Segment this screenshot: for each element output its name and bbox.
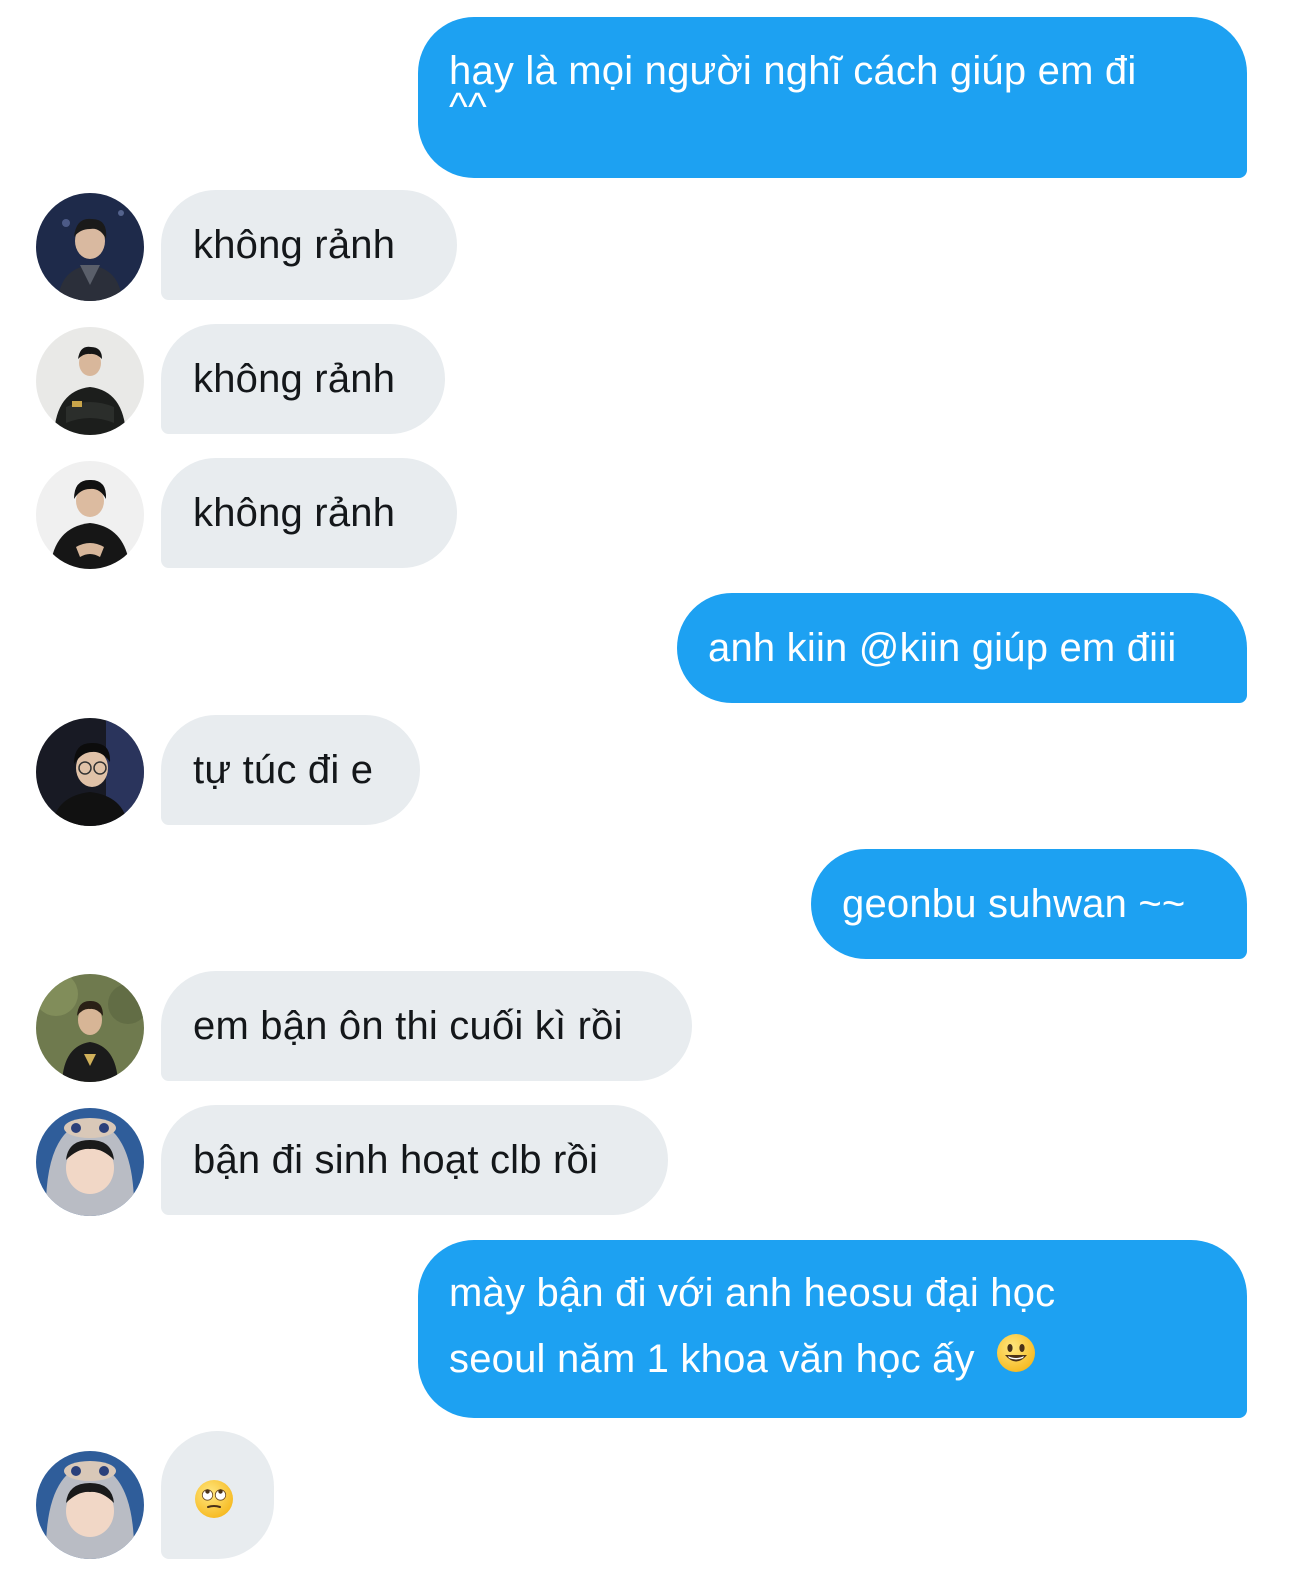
message-text: không rảnh: [193, 223, 396, 267]
message-line: seoul năm 1 khoa văn học ấy: [449, 1333, 1247, 1383]
message-text: không rảnh: [193, 491, 396, 535]
avatar-2-image: [36, 327, 144, 435]
message-bubble-incoming[interactable]: em bận ôn thi cuối kì rồi: [161, 971, 692, 1081]
message-text: em bận ôn thi cuối kì rồi: [193, 1004, 623, 1048]
avatar[interactable]: [36, 327, 144, 435]
avatar[interactable]: [36, 718, 144, 826]
avatar[interactable]: [36, 974, 144, 1082]
message-bubble-outgoing[interactable]: mày bận đi với anh heosu đại học seoul n…: [418, 1240, 1247, 1418]
message-bubble-incoming[interactable]: không rảnh: [161, 190, 457, 300]
message-text: tự túc đi e: [193, 748, 374, 792]
eye-roll-emoji-icon: [194, 1479, 234, 1529]
avatar-1-image: [36, 193, 144, 301]
avatar-4-image: [36, 718, 144, 826]
avatar-3-image: [36, 461, 144, 569]
message-text: mày bận đi với anh heosu đại học: [449, 1271, 1056, 1315]
avatar-6-image: [36, 1108, 144, 1216]
message-bubble-incoming[interactable]: không rảnh: [161, 458, 457, 568]
message-text: bận đi sinh hoạt clb rồi: [193, 1138, 599, 1182]
avatar[interactable]: [36, 1108, 144, 1216]
avatar[interactable]: [36, 461, 144, 569]
avatar-6-image: [36, 1451, 144, 1559]
avatar-5-image: [36, 974, 144, 1082]
message-thread: hay là mọi người nghĩ cách giúp em đi ^^…: [0, 0, 1290, 1577]
message-bubble-outgoing[interactable]: geonbu suhwan ~~: [811, 849, 1247, 959]
message-bubble-incoming[interactable]: bận đi sinh hoạt clb rồi: [161, 1105, 668, 1215]
message-bubble-outgoing[interactable]: hay là mọi người nghĩ cách giúp em đi ^^: [418, 17, 1247, 178]
message-text: anh kiin @kiin giúp em điii: [708, 626, 1177, 670]
message-bubble-incoming[interactable]: không rảnh: [161, 324, 445, 434]
smiley-emoji-icon: [996, 1333, 1036, 1383]
message-text: geonbu suhwan ~~: [842, 882, 1186, 926]
message-text: hay là mọi người nghĩ cách giúp em đi: [449, 49, 1137, 93]
message-bubble-outgoing[interactable]: anh kiin @kiin giúp em điii: [677, 593, 1247, 703]
message-text: seoul năm 1 khoa văn học ấy: [449, 1337, 975, 1381]
message-bubble-incoming[interactable]: tự túc đi e: [161, 715, 420, 825]
avatar[interactable]: [36, 1451, 144, 1559]
avatar[interactable]: [36, 193, 144, 301]
message-bubble-incoming[interactable]: [161, 1431, 274, 1559]
message-text: không rảnh: [193, 357, 396, 401]
